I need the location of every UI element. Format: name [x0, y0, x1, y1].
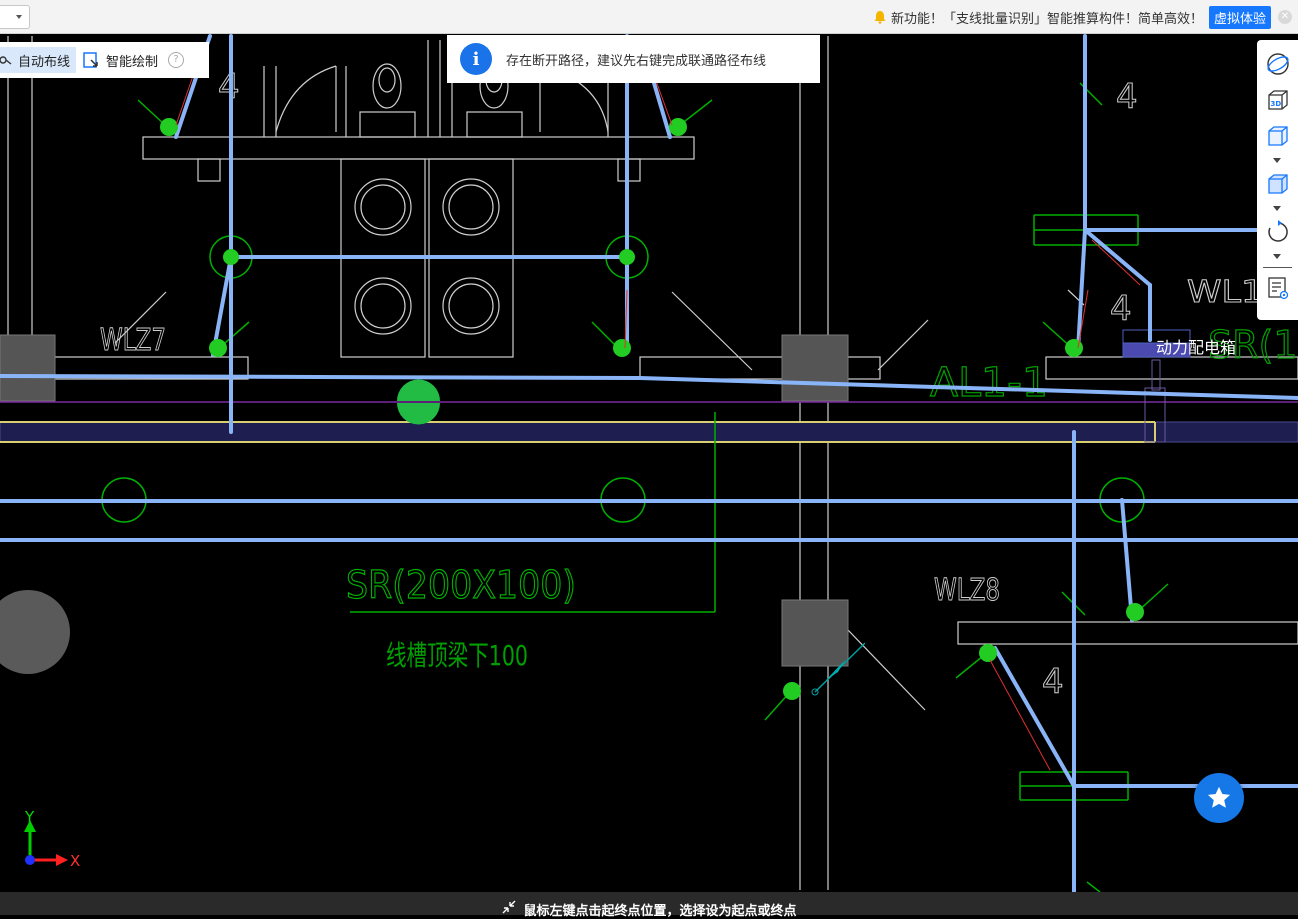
num-4-b: 4 [1110, 289, 1132, 329]
trough-label: 线槽顶梁下100 [386, 639, 528, 672]
route-tip-popup: i 存在断开路径，建议先右键完成联通路径布线 [447, 35, 820, 83]
cube-view-chevron-icon[interactable] [1273, 158, 1281, 163]
view-dropdown[interactable] [0, 5, 30, 29]
axis-y-label: Y [24, 808, 35, 826]
cad-canvas[interactable]: WLZ7 WLZ8 WL1-1 4 4 4 4 SR(200X100) 线槽顶梁… [0, 0, 1298, 915]
distribution-box-label: 动力配电箱 [1156, 338, 1237, 357]
smart-draw-button[interactable]: 智能绘制 [82, 51, 158, 70]
wlz8-label: WLZ8 [934, 573, 1000, 608]
feature-notice: 新功能！「支线批量识别」智能推算构件！简单高效！ 虚拟体验 ✕ [873, 0, 1298, 34]
shrink-arrows-icon [502, 900, 516, 914]
try-virtual-button[interactable]: 虚拟体验 [1208, 5, 1271, 29]
sr-label: SR(200X100) [346, 563, 576, 607]
drawing-toolbar: 自动布线 智能绘制 ? [0, 42, 209, 78]
wlz7-label: WLZ7 [100, 323, 166, 358]
cube-shaded-icon[interactable] [1266, 172, 1290, 196]
al1-label: AL1-1 [930, 360, 1048, 406]
feature-notice-text: 新功能！「支线批量识别」智能推算构件！简单高效！ [890, 11, 1203, 27]
route-tip-message: 存在断开路径，建议先右键完成联通路径布线 [506, 53, 767, 69]
toolbar-divider [1263, 267, 1292, 268]
rotate-icon[interactable] [1266, 220, 1290, 244]
rotate-chevron-icon[interactable] [1273, 254, 1281, 259]
axis-x-label: X [70, 852, 80, 870]
cube-view-icon[interactable] [1266, 124, 1290, 148]
chevron-down-icon [16, 15, 22, 19]
status-hint: 鼠标左键点击起终点位置，选择设为起点或终点 [523, 904, 797, 919]
properties-icon[interactable] [1266, 276, 1290, 300]
num-4-d: 4 [218, 67, 240, 107]
cube-shaded-chevron-icon[interactable] [1273, 206, 1281, 211]
info-icon: i [460, 43, 492, 75]
auto-route-button[interactable]: 自动布线 [0, 47, 77, 73]
help-icon[interactable]: ? [168, 52, 185, 68]
orbit-icon[interactable] [1266, 52, 1290, 76]
auto-route-label: 自动布线 [18, 54, 71, 70]
view-toolbar: 3D [1257, 40, 1298, 320]
favorite-button[interactable] [1194, 773, 1244, 823]
bell-icon [874, 11, 886, 24]
num-4-a: 4 [1116, 77, 1138, 117]
num-4-c: 4 [1042, 662, 1064, 702]
star-icon [1207, 786, 1231, 808]
status-bar: 鼠标左键点击起终点位置，选择设为起点或终点 [0, 892, 1298, 919]
close-notice-icon[interactable]: ✕ [1278, 10, 1292, 24]
svg-text:3D: 3D [1271, 100, 1282, 108]
view-3d-icon[interactable]: 3D [1266, 88, 1290, 112]
route-icon [0, 56, 12, 65]
top-bar: 新功能！「支线批量识别」智能推算构件！简单高效！ 虚拟体验 ✕ [0, 0, 1298, 34]
smart-draw-label: 智能绘制 [106, 54, 159, 70]
smart-draw-icon [83, 52, 98, 68]
